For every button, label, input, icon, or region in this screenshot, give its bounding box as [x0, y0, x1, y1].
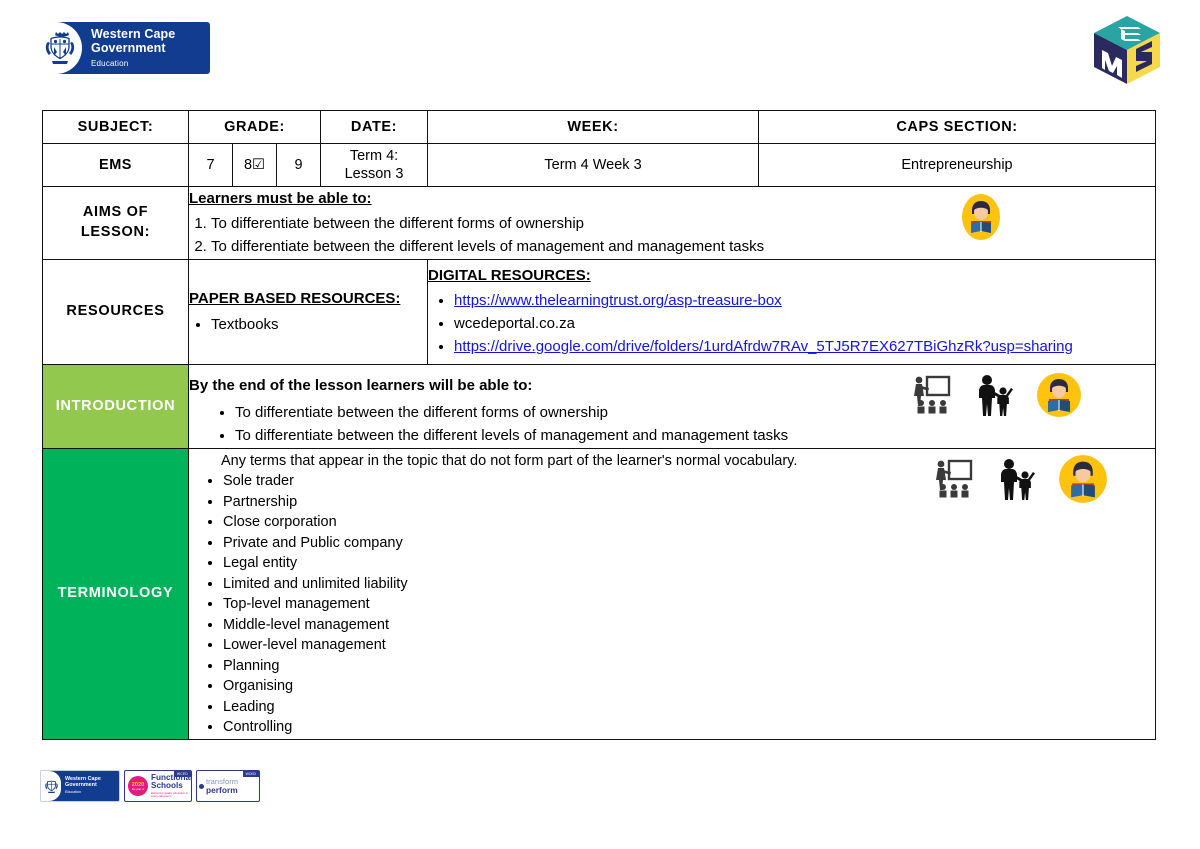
wced-portal-text: wcedeportal.co.za [454, 315, 575, 333]
introduction-content: By the end of the lesson learners will b… [187, 364, 1157, 449]
wcg-logo-line1: Western Cape [91, 27, 176, 42]
terminology-icon-group [931, 453, 1109, 509]
footer-fs-year-circle: 2020 the year of [128, 776, 148, 796]
row-label-resources: RESOURCES [42, 259, 189, 365]
coat-of-arms-icon [41, 771, 61, 801]
learning-trust-link[interactable]: https://www.thelearningtrust.org/asp-tre… [454, 292, 782, 309]
column-header-grade: GRADE: [187, 110, 322, 144]
aims-list-item: To differentiate between the different f… [211, 213, 1155, 234]
aims-icon-group [957, 193, 1005, 245]
footer-fs-badge: WCED [173, 771, 191, 777]
ems-cube-logo-icon [1088, 14, 1166, 88]
footer-tp-line2: perform [206, 784, 238, 795]
footer-wcg-line2: Government [65, 781, 97, 788]
person-reading-book-icon [1057, 453, 1109, 509]
aims-heading: Learners must be able to: [189, 190, 372, 208]
terminology-item: Leading [223, 697, 1155, 717]
value-date-line1: Term 4: [349, 147, 399, 164]
footer-tp-dot-icon [199, 783, 204, 789]
footer-wcg-logo: Western Cape Government Education [40, 770, 120, 802]
footer-fs-tagline: Delivering quality education in every cl… [151, 791, 189, 799]
paper-resources-list: Textbooks [189, 314, 427, 336]
aims-list-item: To differentiate between the different l… [211, 236, 1155, 257]
row-label-introduction: INTRODUCTION [42, 364, 189, 449]
aims-label-line2: LESSON: [80, 224, 151, 240]
introduction-list-item: To differentiate between the different l… [235, 425, 1155, 447]
column-header-subject: SUBJECT: [42, 110, 189, 144]
wcg-logo-line2: Government [91, 41, 166, 56]
footer-logo-strip: Western Cape Government Education WCED 2… [40, 770, 260, 802]
aims-content: Learners must be able to: To differentia… [187, 186, 1157, 260]
page-header: Western Cape Government Education [0, 0, 1200, 100]
aims-row: AIMS OF LESSON: Learners must be able to… [42, 186, 1157, 260]
value-week: Term 4 Week 3 [427, 143, 760, 187]
column-header-caps-section: CAPS SECTION: [758, 110, 1157, 144]
row-label-aims: AIMS OF LESSON: [42, 186, 189, 260]
terminology-item: Limited and unlimited liability [223, 574, 1155, 594]
digital-resource-item: wcedeportal.co.za [454, 313, 1155, 335]
teacher-classroom-icon [931, 458, 973, 504]
person-reading-book-icon [1035, 371, 1083, 423]
digital-resources-list: https://www.thelearningtrust.org/asp-tre… [428, 290, 1155, 358]
grade-option-7[interactable]: 7 [188, 143, 233, 187]
aims-label-line1: AIMS OF [82, 204, 149, 221]
terminology-list: Sole trader Partnership Close corporatio… [189, 471, 1155, 737]
wcg-logo-department: Education [91, 59, 129, 69]
terminology-content: Any terms that appear in the topic that … [187, 447, 1157, 740]
terminology-item: Close corporation [223, 512, 1155, 532]
paper-resource-item: Textbooks [211, 314, 427, 336]
value-date-line2: Lesson 3 [344, 166, 404, 182]
paper-resources-heading: PAPER BASED RESOURCES: [189, 289, 401, 307]
aims-list: To differentiate between the different f… [189, 213, 1155, 257]
terminology-item: Legal entity [223, 553, 1155, 573]
column-header-date: DATE: [320, 110, 429, 144]
footer-wcg-department: Education [65, 790, 81, 795]
row-label-terminology: TERMINOLOGY [42, 447, 189, 740]
footer-fs-title-line2: Schools [151, 781, 183, 791]
table-header-row: SUBJECT: GRADE: DATE: WEEK: CAPS SECTION… [42, 110, 1157, 144]
teacher-classroom-icon [909, 374, 951, 420]
grade-option-8-checked[interactable]: 8☑ [232, 143, 277, 187]
footer-functional-schools-logo: WCED 2020 the year of Functional Schools… [124, 770, 192, 802]
introduction-icon-group [909, 371, 1083, 423]
terminology-item: Top-level management [223, 594, 1155, 614]
parent-and-child-icon [973, 374, 1014, 420]
coat-of-arms-icon [38, 22, 82, 74]
value-subject: EMS [42, 143, 189, 187]
parent-and-child-icon [995, 458, 1036, 504]
grade-option-9[interactable]: 9 [275, 143, 322, 187]
value-caps-section: Entrepreneurship [758, 143, 1157, 187]
resources-row: RESOURCES PAPER BASED RESOURCES: Textboo… [42, 259, 1157, 365]
introduction-row: INTRODUCTION By the end of the lesson le… [42, 364, 1157, 449]
terminology-item: Private and Public company [223, 533, 1155, 553]
terminology-item: Planning [223, 656, 1155, 676]
digital-resource-item: https://www.thelearningtrust.org/asp-tre… [454, 290, 1155, 312]
google-drive-link[interactable]: https://drive.google.com/drive/folders/1… [454, 338, 1073, 355]
terminology-item: Controlling [223, 717, 1155, 737]
terminology-row: TERMINOLOGY Any terms that appear in the… [42, 447, 1157, 740]
terminology-item: Lower-level management [223, 635, 1155, 655]
footer-transform-perform-logo: WCED transform perform [196, 770, 260, 802]
value-date: Term 4: Lesson 3 [320, 143, 429, 187]
footer-fs-year-caption: the year of [131, 787, 145, 791]
paper-resources-cell: PAPER BASED RESOURCES: Textbooks [187, 259, 429, 365]
digital-resources-cell: DIGITAL RESOURCES: https://www.thelearni… [427, 259, 1157, 365]
column-header-week: WEEK: [427, 110, 760, 144]
footer-tp-badge: WCED [242, 771, 259, 777]
digital-resource-item: https://drive.google.com/drive/folders/1… [454, 336, 1155, 358]
digital-resources-heading: DIGITAL RESOURCES: [428, 267, 591, 285]
terminology-item: Middle-level management [223, 615, 1155, 635]
western-cape-government-logo: Western Cape Government Education [38, 22, 210, 74]
table-value-row: EMS 7 8☑ 9 Term 4: Lesson 3 Term 4 Week … [42, 143, 1157, 187]
lesson-plan-table: SUBJECT: GRADE: DATE: WEEK: CAPS SECTION… [42, 110, 1157, 740]
person-reading-book-icon [957, 193, 1005, 245]
terminology-item: Organising [223, 676, 1155, 696]
